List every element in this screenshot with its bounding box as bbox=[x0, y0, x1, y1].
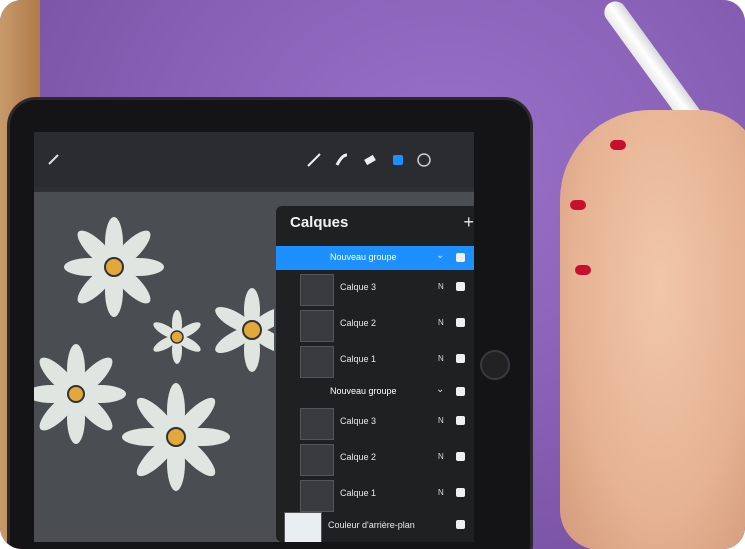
background-color-swatch[interactable] bbox=[284, 512, 322, 542]
layer-thumbnail bbox=[300, 274, 334, 306]
chevron-down-icon[interactable]: ⌄ bbox=[436, 384, 444, 395]
blend-mode-label[interactable]: N bbox=[438, 452, 444, 461]
layer-group-label: Nouveau groupe bbox=[330, 386, 397, 396]
layer-label: Calque 2 bbox=[340, 452, 377, 462]
layer-thumbnail bbox=[300, 444, 334, 476]
daisy-flower bbox=[122, 383, 230, 491]
layer-label: Calque 3 bbox=[340, 416, 377, 426]
fingernail bbox=[610, 140, 626, 150]
visibility-checkbox[interactable] bbox=[456, 452, 465, 461]
layer-thumbnail bbox=[300, 480, 334, 512]
daisy-flower bbox=[153, 310, 201, 364]
visibility-checkbox[interactable] bbox=[456, 282, 465, 291]
layer-label: Calque 1 bbox=[340, 488, 377, 498]
daisy-flower bbox=[34, 344, 126, 444]
layer-row[interactable]: Calque 1 N bbox=[276, 344, 474, 378]
top-toolbar bbox=[34, 132, 474, 187]
daisy-artwork bbox=[34, 217, 289, 491]
add-layer-button[interactable]: + bbox=[463, 212, 474, 233]
daisy-flower bbox=[215, 288, 289, 372]
blend-mode-label[interactable]: N bbox=[438, 282, 444, 291]
layer-group-label: Nouveau groupe bbox=[330, 252, 397, 262]
layer-thumbnail bbox=[300, 310, 334, 342]
layer-row[interactable]: Calque 3 N bbox=[276, 406, 474, 440]
fingernail bbox=[570, 200, 586, 210]
layer-row[interactable]: Calque 2 N bbox=[276, 308, 474, 342]
layers-panel: Calques + Nouveau groupe ⌄ Calque 3 N Ca… bbox=[276, 206, 474, 542]
background-color-label: Couleur d'arrière-plan bbox=[328, 520, 415, 530]
layer-thumbnail bbox=[300, 408, 334, 440]
layer-thumbnail bbox=[300, 346, 334, 378]
visibility-checkbox[interactable] bbox=[456, 354, 465, 363]
layer-label: Calque 3 bbox=[340, 282, 377, 292]
blend-mode-label[interactable]: N bbox=[438, 318, 444, 327]
modify-icon[interactable] bbox=[46, 152, 62, 168]
background-color-row[interactable]: Couleur d'arrière-plan bbox=[276, 510, 474, 542]
layer-row[interactable]: Calque 2 N bbox=[276, 442, 474, 476]
layer-group-row[interactable]: Nouveau groupe ⌄ bbox=[276, 380, 474, 404]
visibility-checkbox[interactable] bbox=[456, 520, 465, 529]
layers-panel-title: Calques bbox=[290, 214, 349, 231]
layer-label: Calque 2 bbox=[340, 318, 377, 328]
layers-icon[interactable] bbox=[390, 152, 406, 168]
chevron-down-icon[interactable]: ⌄ bbox=[436, 250, 444, 261]
tablet-device: Calques + Nouveau groupe ⌄ Calque 3 N Ca… bbox=[10, 100, 530, 549]
layer-label: Calque 1 bbox=[340, 354, 377, 364]
eraser-icon[interactable] bbox=[362, 152, 378, 168]
brush-icon[interactable] bbox=[306, 152, 322, 168]
photo-scene: Calques + Nouveau groupe ⌄ Calque 3 N Ca… bbox=[0, 0, 745, 549]
blend-mode-label[interactable]: N bbox=[438, 416, 444, 425]
visibility-checkbox[interactable] bbox=[456, 416, 465, 425]
home-button[interactable] bbox=[480, 350, 510, 380]
fingernail bbox=[575, 265, 591, 275]
layer-row[interactable]: Calque 3 N bbox=[276, 272, 474, 306]
daisy-flower bbox=[64, 217, 164, 317]
layer-row[interactable]: Calque 1 N bbox=[276, 478, 474, 512]
tablet-screen: Calques + Nouveau groupe ⌄ Calque 3 N Ca… bbox=[34, 132, 474, 542]
color-picker-icon[interactable] bbox=[416, 152, 432, 168]
blend-mode-label[interactable]: N bbox=[438, 488, 444, 497]
blend-mode-label[interactable]: N bbox=[438, 354, 444, 363]
visibility-checkbox[interactable] bbox=[456, 387, 465, 396]
visibility-checkbox[interactable] bbox=[456, 318, 465, 327]
layer-group-row[interactable]: Nouveau groupe ⌄ bbox=[276, 246, 474, 270]
visibility-checkbox[interactable] bbox=[456, 253, 465, 262]
hand bbox=[560, 110, 745, 549]
smudge-icon[interactable] bbox=[334, 152, 350, 168]
visibility-checkbox[interactable] bbox=[456, 488, 465, 497]
